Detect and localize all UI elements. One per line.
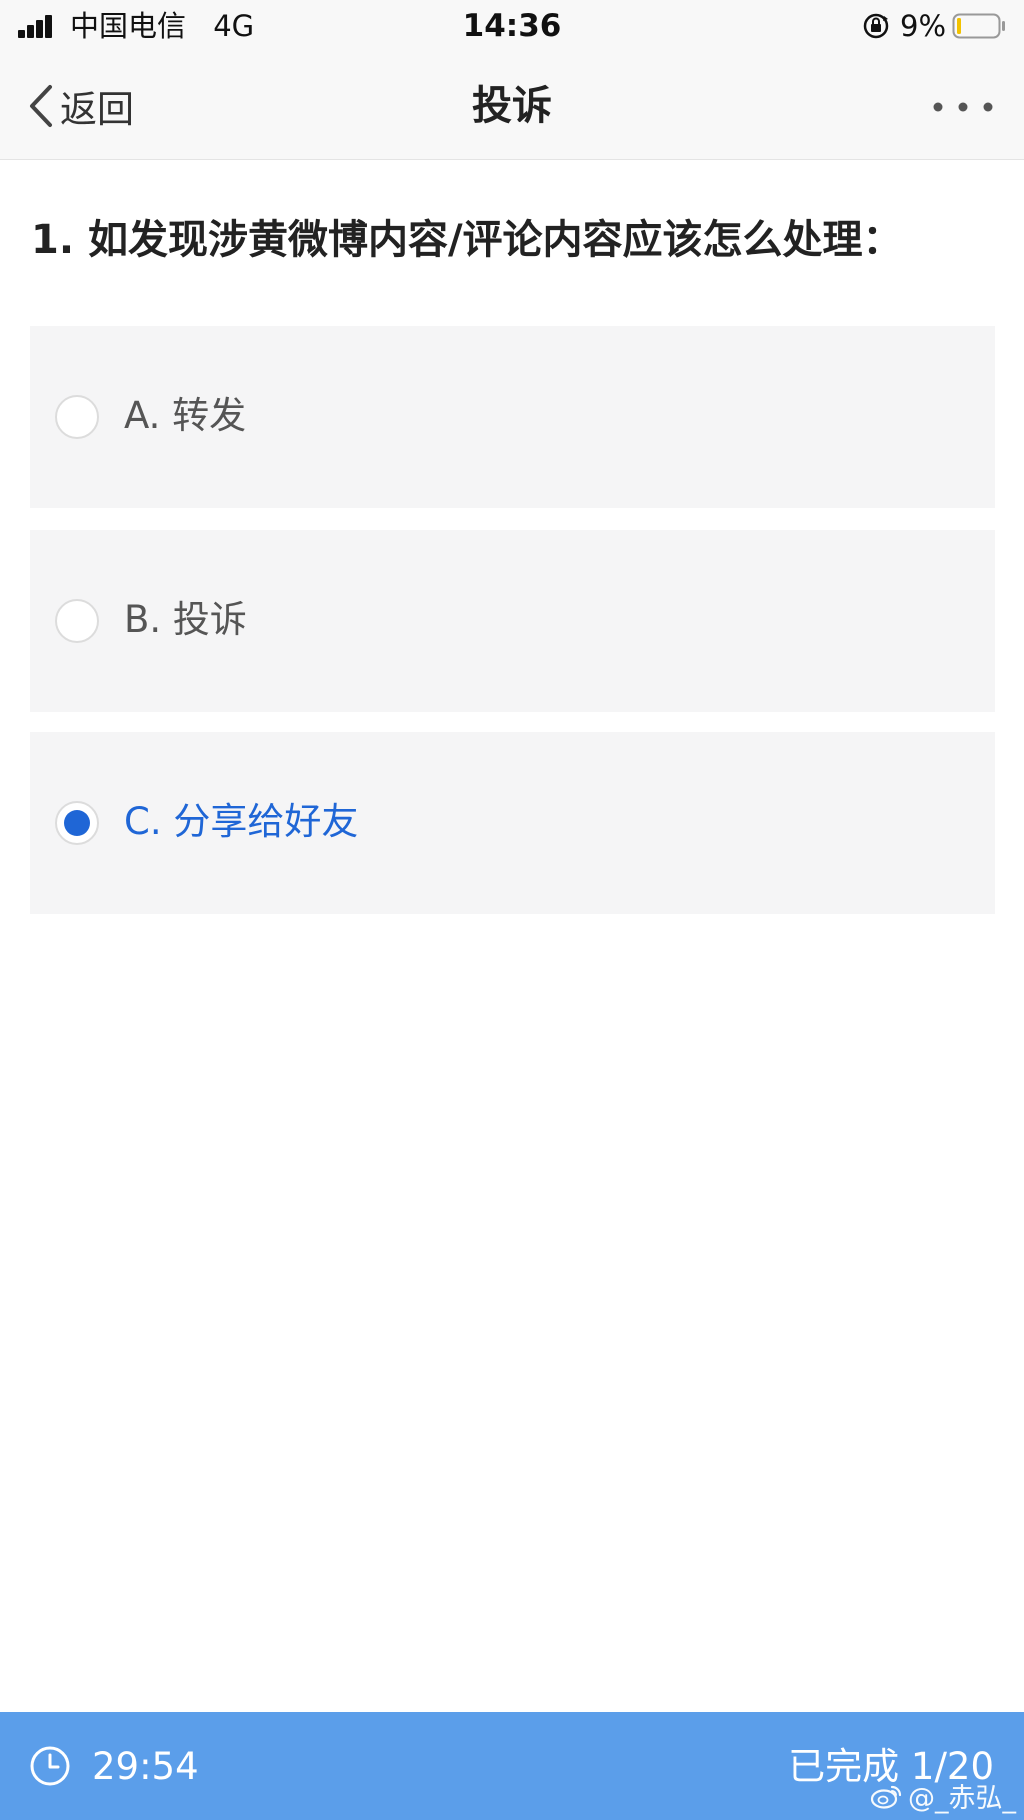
radio-dot (64, 810, 90, 836)
radio-button[interactable] (55, 395, 99, 439)
option-b[interactable]: B. 投诉 (30, 530, 995, 712)
countdown-timer: 29:54 (92, 1745, 199, 1788)
question-text: 1. 如发现涉黄微博内容/评论内容应该怎么处理： (31, 217, 903, 263)
weibo-logo-icon (870, 1785, 902, 1809)
watermark: @_赤弘_ (870, 1776, 1016, 1815)
option-label: A. 转发 (124, 394, 247, 437)
option-label: C. 分享给好友 (124, 800, 359, 843)
clock-icon (30, 1746, 70, 1786)
screen: 中国电信 4G 14:36 9% 返回 投诉 1. 如发现涉黄微博内容/评论内容… (0, 0, 1024, 1820)
battery-percent: 9% (900, 9, 947, 43)
option-a[interactable]: A. 转发 (30, 326, 995, 508)
option-label: B. 投诉 (124, 598, 247, 641)
footer-bar: 29:54 已完成 1/20 @_赤弘_ (0, 1712, 1024, 1820)
option-c[interactable]: C. 分享给好友 (30, 732, 995, 914)
watermark-text: @_赤弘_ (908, 1783, 1016, 1814)
more-dots-icon[interactable] (928, 92, 998, 122)
battery-icon (952, 13, 1005, 39)
page-title: 投诉 (472, 83, 552, 129)
radio-button[interactable] (55, 599, 99, 643)
radio-button[interactable] (55, 801, 99, 845)
orientation-lock-icon (863, 13, 889, 39)
status-bar: 中国电信 4G 14:36 9% (0, 0, 1024, 52)
nav-bar: 返回 投诉 (0, 52, 1024, 160)
